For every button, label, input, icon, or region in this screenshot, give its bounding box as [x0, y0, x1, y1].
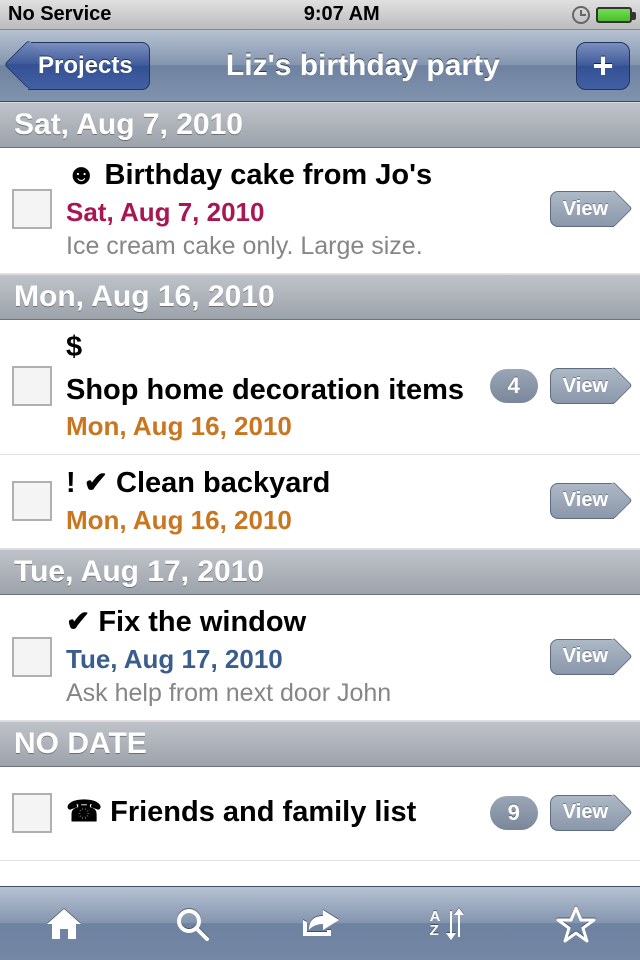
view-label: View	[563, 801, 608, 824]
view-button[interactable]: View	[550, 368, 614, 404]
task-body: ☻Birthday cake from Jo's Sat, Aug 7, 2010…	[66, 158, 536, 261]
task-prefix-icon: ! ✔	[66, 466, 108, 501]
share-button[interactable]	[285, 897, 355, 951]
task-row[interactable]: ! ✔Clean backyard Mon, Aug 16, 2010 View	[0, 455, 640, 549]
sort-az-label: A Z	[430, 910, 441, 937]
task-body: ✔Fix the window Tue, Aug 17, 2010 Ask help…	[66, 605, 536, 708]
task-note: Ice cream cake only. Large size.	[66, 232, 536, 261]
share-icon	[299, 908, 341, 940]
task-body: ! ✔Clean backyard Mon, Aug 16, 2010	[66, 466, 536, 536]
task-row[interactable]: ☎Friends and family list 9 View	[0, 767, 640, 861]
task-title-text: Friends and family list	[110, 795, 416, 830]
carrier-label: No Service	[8, 3, 111, 26]
task-checkbox[interactable]	[12, 481, 52, 521]
task-title: ! ✔Clean backyard	[66, 466, 536, 501]
task-prefix-icon: ☻	[66, 158, 97, 193]
plus-icon: +	[592, 48, 613, 84]
section-header: Tue, Aug 17, 2010	[0, 549, 640, 595]
view-button[interactable]: View	[550, 191, 614, 227]
task-date: Mon, Aug 16, 2010	[66, 505, 536, 536]
status-left: No Service	[8, 3, 111, 26]
section-header: NO DATE	[0, 721, 640, 767]
row-right: 9 View	[490, 795, 628, 831]
count-badge: 9	[490, 796, 538, 830]
task-prefix-icon: ✔	[66, 605, 90, 640]
battery-icon	[596, 7, 632, 23]
task-body: $ Shop home decoration itemsMon, Aug 16, …	[66, 330, 476, 443]
row-right: View	[550, 639, 628, 675]
view-label: View	[563, 645, 608, 668]
time-label: 9:07 AM	[304, 3, 380, 26]
task-date: Mon, Aug 16, 2010	[66, 411, 476, 442]
task-title-text: Birthday cake from Jo's	[105, 158, 433, 193]
task-row[interactable]: $ Shop home decoration itemsMon, Aug 16, …	[0, 320, 640, 456]
task-list[interactable]: Sat, Aug 7, 2010☻Birthday cake from Jo's…	[0, 102, 640, 886]
view-label: View	[563, 489, 608, 512]
task-body: ☎Friends and family list	[66, 795, 476, 830]
back-label: Projects	[38, 52, 133, 80]
task-title-text: Fix the window	[98, 605, 306, 640]
task-prefix-icon: ☎	[66, 795, 102, 830]
task-row[interactable]: ☻Birthday cake from Jo's Sat, Aug 7, 2010…	[0, 148, 640, 274]
sort-button[interactable]: A Z	[413, 897, 483, 951]
task-title-text: Shop home decoration items	[66, 373, 464, 408]
home-button[interactable]	[29, 897, 99, 951]
back-button[interactable]: Projects	[28, 42, 150, 90]
task-title: ✔Fix the window	[66, 605, 536, 640]
section-header: Mon, Aug 16, 2010	[0, 274, 640, 320]
task-title: ☻Birthday cake from Jo's	[66, 158, 536, 193]
task-checkbox[interactable]	[12, 189, 52, 229]
star-icon	[556, 905, 596, 943]
view-button[interactable]: View	[550, 795, 614, 831]
add-button[interactable]: +	[576, 42, 630, 90]
nav-bar: Projects Liz's birthday party +	[0, 30, 640, 102]
sort-arrows-icon	[444, 907, 466, 941]
search-icon	[174, 906, 210, 942]
view-button[interactable]: View	[550, 483, 614, 519]
task-prefix-icon: $	[66, 330, 82, 365]
view-label: View	[563, 375, 608, 398]
view-label: View	[563, 198, 608, 221]
task-title: ☎Friends and family list	[66, 795, 476, 830]
alarm-icon	[572, 6, 590, 24]
status-bar: No Service 9:07 AM	[0, 0, 640, 30]
page-title: Liz's birthday party	[150, 49, 576, 83]
task-row[interactable]: ✔Fix the window Tue, Aug 17, 2010 Ask help…	[0, 595, 640, 721]
home-icon	[45, 907, 83, 941]
task-checkbox[interactable]	[12, 637, 52, 677]
bottom-toolbar: A Z	[0, 886, 640, 960]
section-header: Sat, Aug 7, 2010	[0, 102, 640, 148]
view-button[interactable]: View	[550, 639, 614, 675]
task-checkbox[interactable]	[12, 366, 52, 406]
search-button[interactable]	[157, 897, 227, 951]
task-title: $ Shop home decoration items	[66, 330, 476, 408]
task-date: Tue, Aug 17, 2010	[66, 644, 536, 675]
row-right: 4 View	[490, 368, 628, 404]
favorites-button[interactable]	[541, 897, 611, 951]
count-badge: 4	[490, 369, 538, 403]
row-right: View	[550, 191, 628, 227]
status-right	[572, 6, 632, 24]
task-checkbox[interactable]	[12, 793, 52, 833]
task-note: Ask help from next door John	[66, 679, 536, 708]
row-right: View	[550, 483, 628, 519]
task-title-text: Clean backyard	[116, 466, 330, 501]
task-date: Sat, Aug 7, 2010	[66, 197, 536, 228]
